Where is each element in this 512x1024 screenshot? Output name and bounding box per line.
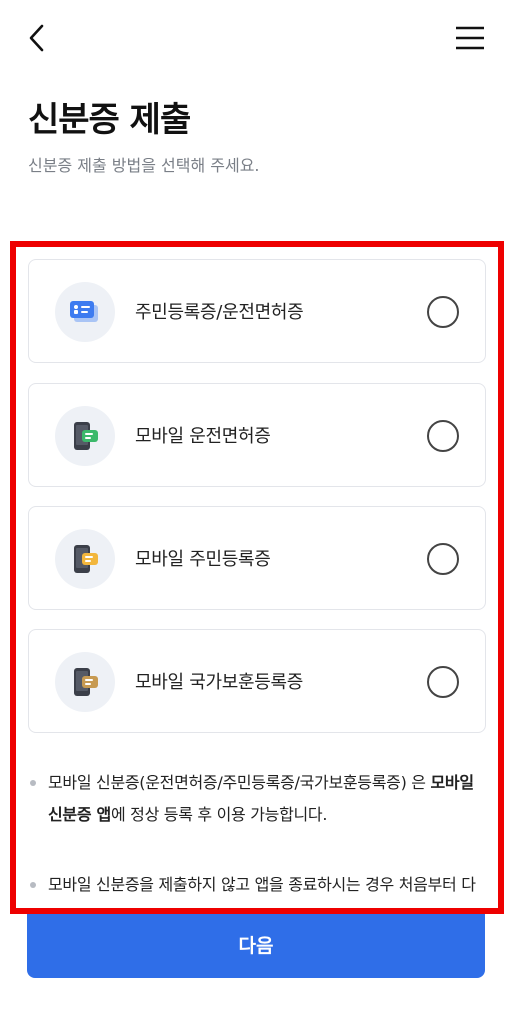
notice-item: 모바일 신분증(운전면허증/주민등록증/국가보훈등록증) 은 모바일 신분증 앱… [30, 767, 490, 831]
option-label: 주민등록증/운전면허증 [135, 302, 304, 323]
top-bar [0, 0, 512, 80]
option-radio[interactable] [427, 420, 459, 452]
id-card-icon [55, 282, 115, 342]
chevron-left-icon [29, 24, 44, 52]
notice-text: 모바일 신분증을 제출하지 않고 앱을 종료하시는 경우 처음부터 다시 진행해… [48, 875, 476, 908]
mobile-driver-license-icon [55, 406, 115, 466]
option-resident-or-driver-card[interactable]: 주민등록증/운전면허증 [28, 259, 486, 363]
option-radio[interactable] [427, 296, 459, 328]
option-label: 모바일 국가보훈등록증 [135, 672, 304, 693]
page-title: 신분증 제출 [28, 100, 191, 140]
bullet-icon [30, 780, 36, 786]
hamburger-menu-icon [456, 26, 484, 50]
mobile-veteran-card-icon [55, 652, 115, 712]
next-button[interactable]: 다음 [27, 914, 485, 978]
option-label: 모바일 주민등록증 [135, 549, 271, 570]
option-radio[interactable] [427, 666, 459, 698]
option-label: 모바일 운전면허증 [135, 426, 271, 447]
option-mobile-veteran-card[interactable]: 모바일 국가보훈등록증 [28, 629, 486, 733]
highlight-frame: 주민등록증/운전면허증 모바일 운전면허증 모바일 주민등록증 모바일 국가보훈… [10, 241, 504, 914]
menu-button[interactable] [452, 22, 488, 54]
back-button[interactable] [22, 22, 54, 54]
option-radio[interactable] [427, 543, 459, 575]
option-mobile-resident-card[interactable]: 모바일 주민등록증 [28, 506, 486, 610]
notice-text: 모바일 신분증(운전면허증/주민등록증/국가보훈등록증) 은 [48, 773, 431, 792]
option-mobile-driver-license[interactable]: 모바일 운전면허증 [28, 383, 486, 487]
notice-item: 모바일 신분증을 제출하지 않고 앱을 종료하시는 경우 처음부터 다시 진행해… [30, 869, 490, 908]
mobile-resident-card-icon [55, 529, 115, 589]
notice-text: 에 정상 등록 후 이용 가능합니다. [110, 805, 328, 824]
bullet-icon [30, 882, 36, 888]
page-subtitle: 신분증 제출 방법을 선택해 주세요. [28, 156, 260, 175]
